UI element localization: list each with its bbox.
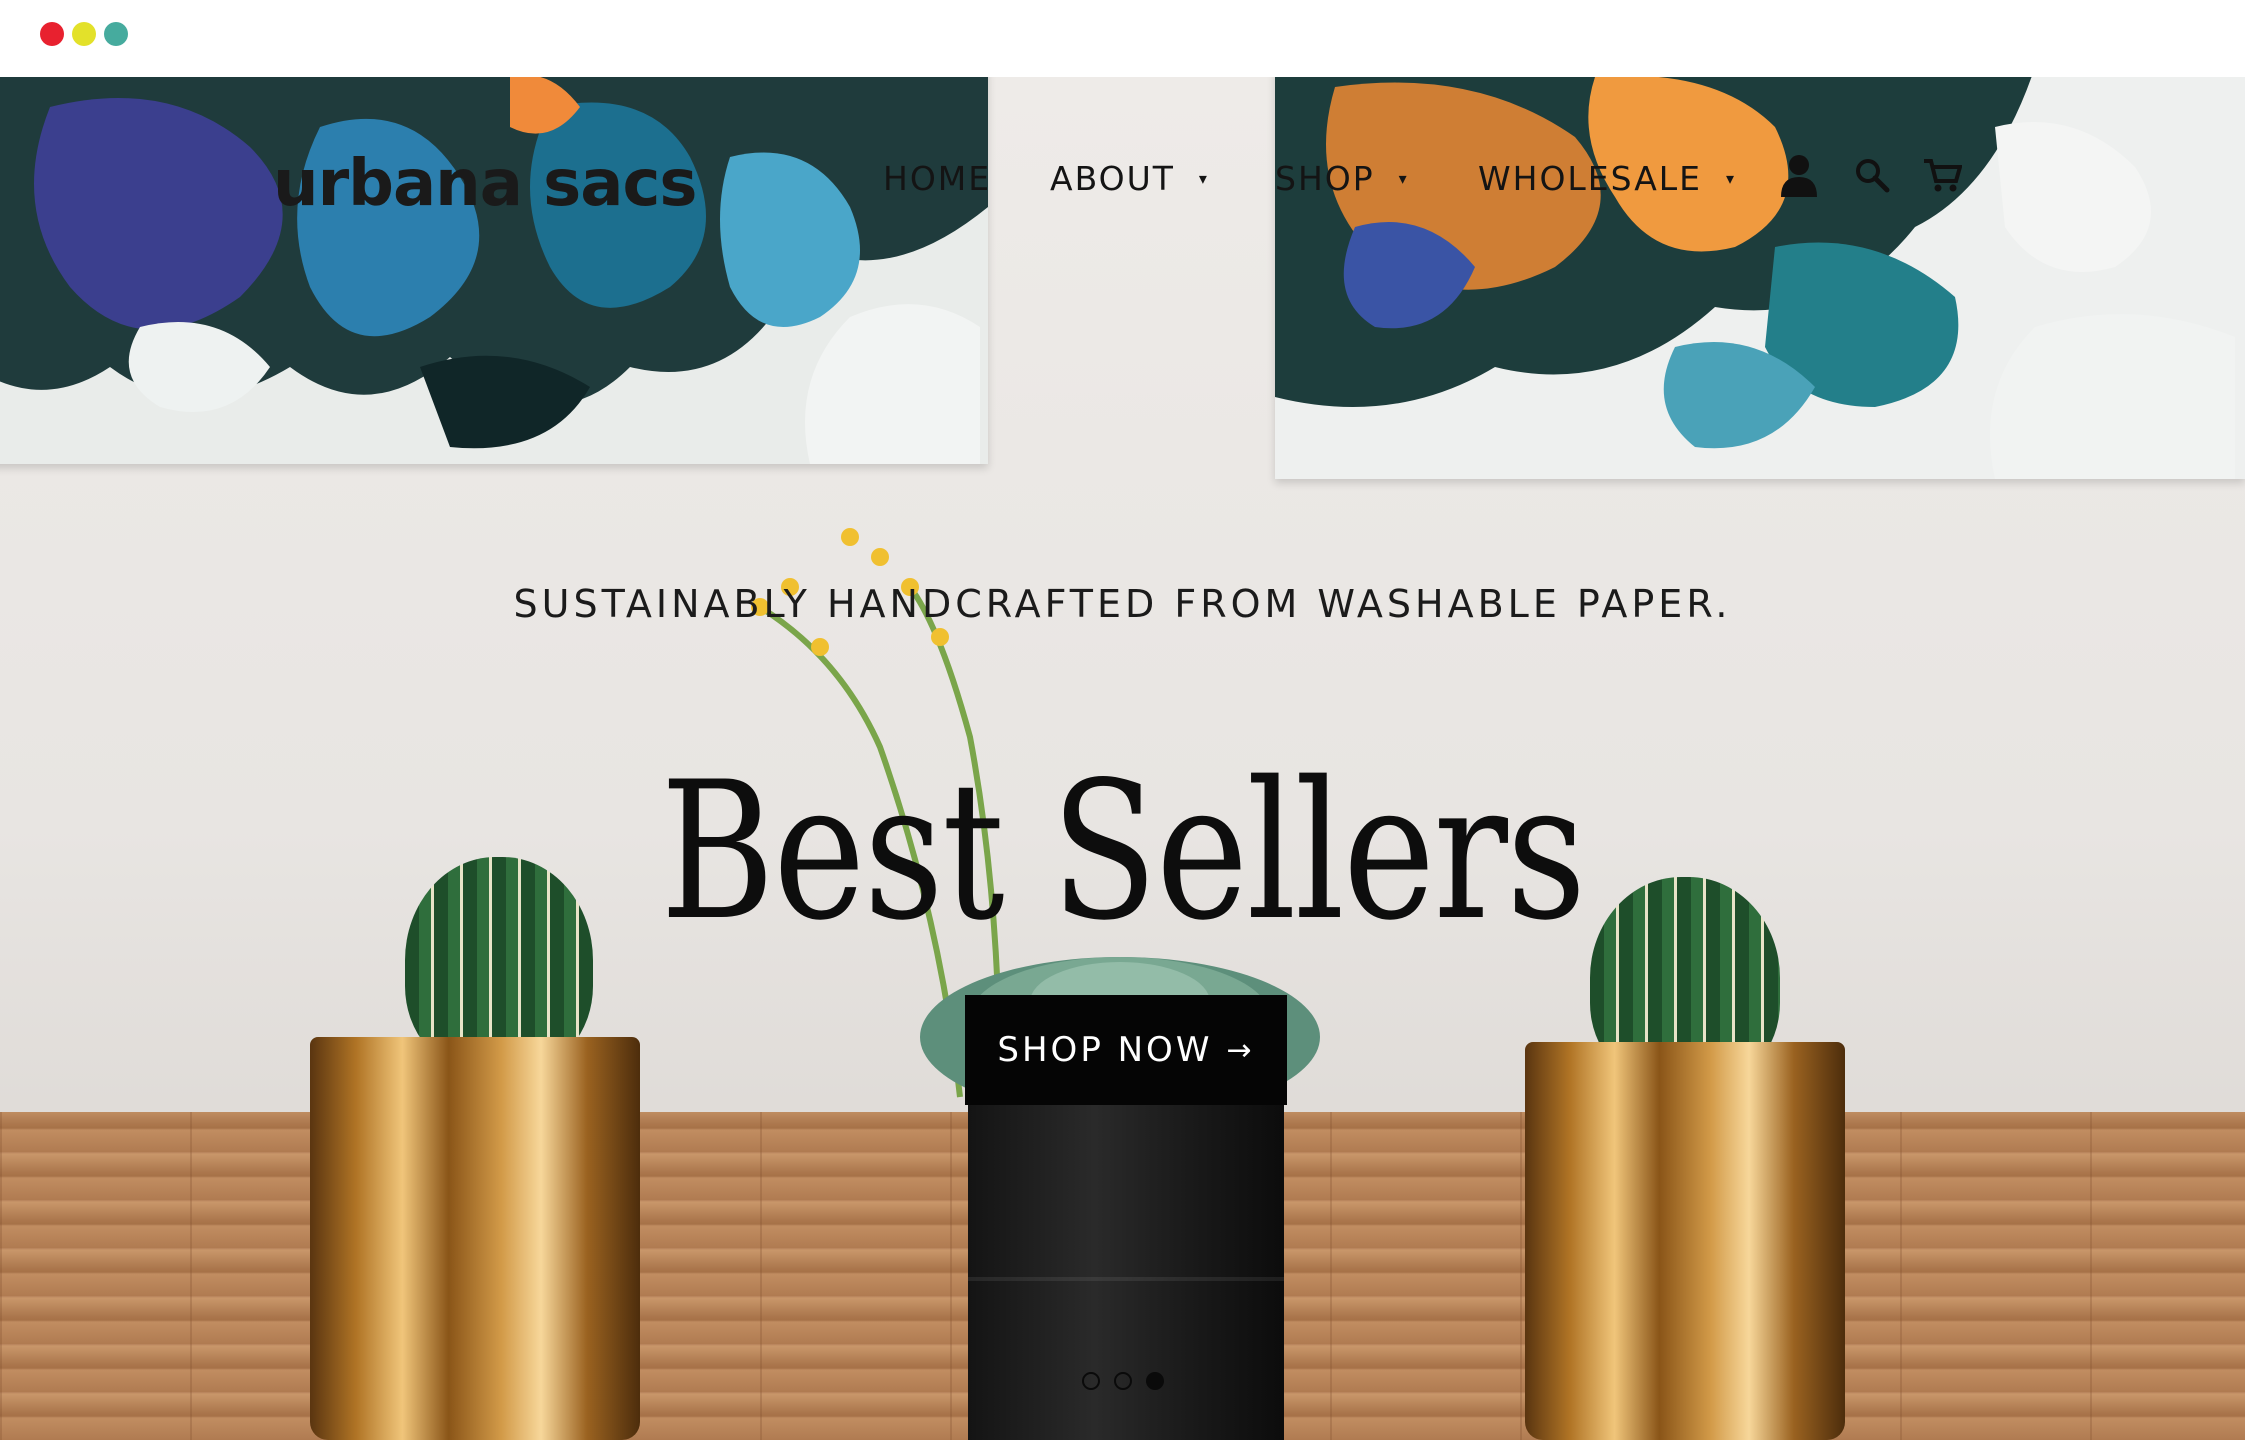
arrow-right-icon: → — [1226, 1032, 1255, 1068]
nav-item-home[interactable]: HOME — [883, 159, 991, 198]
nav-item-about-label: ABOUT — [1050, 159, 1175, 198]
slider-dot-2[interactable] — [1114, 1372, 1132, 1390]
abstract-painting-right — [1275, 77, 2245, 479]
nav-item-shop[interactable]: SHOP ▾ — [1275, 159, 1409, 198]
window-close-button[interactable] — [40, 22, 64, 46]
window-maximize-button[interactable] — [104, 22, 128, 46]
account-icon[interactable] — [1775, 151, 1823, 199]
hero-subtitle: SUSTAINABLY HANDCRAFTED FROM WASHABLE PA… — [513, 582, 1732, 626]
slider-dot-3[interactable] — [1146, 1372, 1164, 1390]
window-titlebar — [0, 0, 2245, 77]
site-logo[interactable]: urbana sacs — [273, 147, 697, 221]
cart-icon[interactable] — [1918, 151, 1966, 199]
nav-item-home-label: HOME — [883, 159, 992, 198]
abstract-painting-left — [0, 77, 988, 464]
nav-item-shop-label: SHOP — [1275, 159, 1375, 198]
window-minimize-button[interactable] — [72, 22, 96, 46]
nav-item-about[interactable]: ABOUT ▾ — [1050, 159, 1209, 198]
shop-now-label: SHOP NOW — [997, 1030, 1213, 1070]
slider-dots — [1082, 1372, 1164, 1390]
nav-item-wholesale-label: WHOLESALE — [1478, 159, 1703, 198]
hero-headline: Best Sellers — [660, 741, 1586, 962]
chevron-down-icon: ▾ — [1198, 169, 1209, 188]
shop-now-button[interactable]: SHOP NOW → — [965, 995, 1287, 1105]
nav-item-wholesale[interactable]: WHOLESALE ▾ — [1478, 159, 1736, 198]
hero-banner: urbana sacs HOME ABOUT ▾ SHOP ▾ WHOLESAL… — [0, 77, 2245, 1440]
chevron-down-icon: ▾ — [1398, 169, 1409, 188]
slider-dot-1[interactable] — [1082, 1372, 1100, 1390]
chevron-down-icon: ▾ — [1726, 169, 1737, 188]
search-icon[interactable] — [1848, 151, 1896, 199]
